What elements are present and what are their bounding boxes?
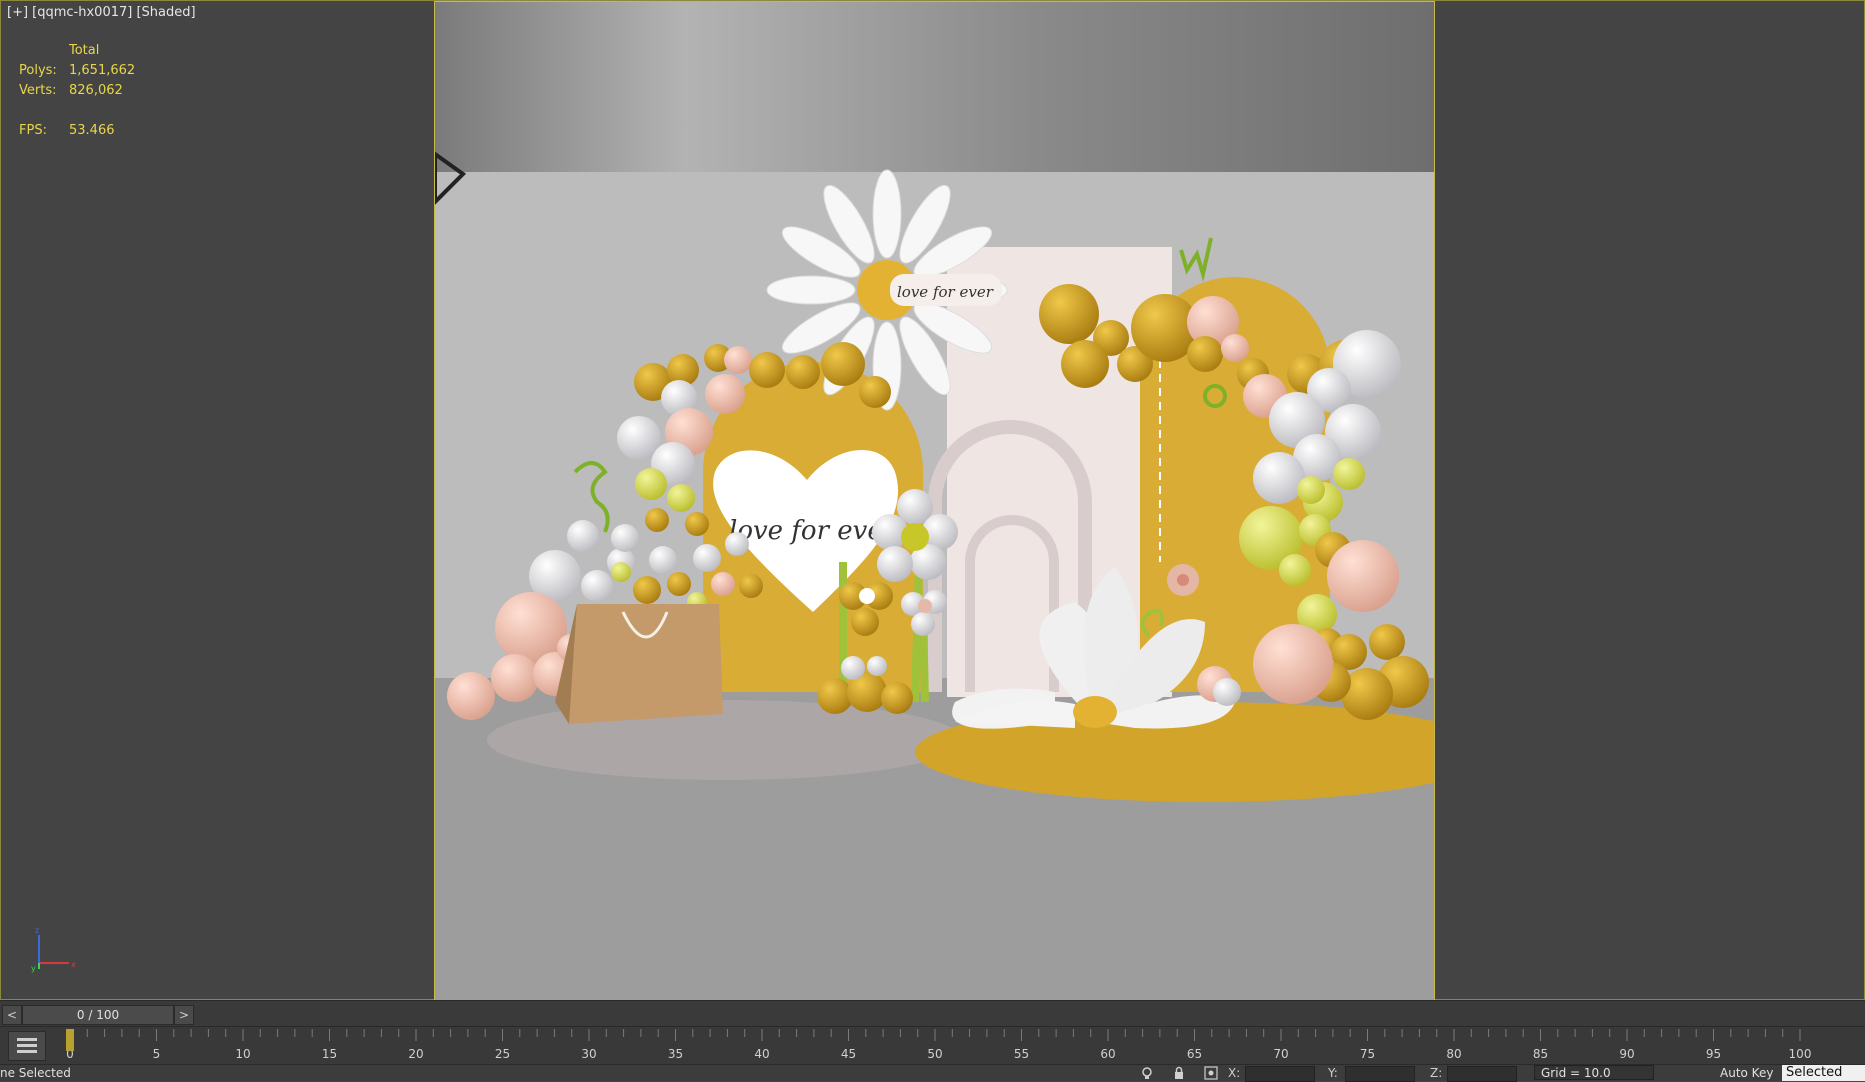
status-bar: ne Selected X: Y: Z: Grid = 10.0 Auto Ke… [0, 1064, 1865, 1082]
ruler-tick-label: 50 [927, 1047, 942, 1061]
set-key-mode-dropdown[interactable]: Selected [1782, 1065, 1865, 1081]
y-coord-label: Y: [1328, 1066, 1338, 1080]
selection-status: ne Selected [0, 1066, 71, 1080]
paper-bag [555, 604, 723, 724]
current-frame-marker[interactable] [66, 1029, 74, 1051]
svg-text:z: z [35, 926, 39, 935]
ruler-tick-label: 10 [235, 1047, 250, 1061]
next-frame-button[interactable]: > [174, 1005, 194, 1025]
ruler-tick-label: 60 [1100, 1047, 1115, 1061]
ruler-tick-label: 5 [153, 1047, 161, 1061]
ruler-tick-label: 55 [1014, 1047, 1029, 1061]
auto-key-button[interactable]: Auto Key [1720, 1066, 1773, 1080]
svg-text:x: x [71, 960, 76, 969]
x-coord-label: X: [1228, 1066, 1241, 1080]
ruler-tick-label: 85 [1533, 1047, 1548, 1061]
verts-value: 826,062 [69, 83, 123, 98]
ruler-tick-label: 45 [841, 1047, 856, 1061]
axis-gizmo-icon: z x y [31, 926, 76, 973]
ruler-tick-label: 20 [408, 1047, 423, 1061]
ruler-tick-label: 25 [495, 1047, 510, 1061]
scene-statistics: Total Polys: 1,651,662 Verts: 826,062 FPS:… [19, 43, 189, 143]
stats-header: Total [69, 43, 100, 58]
ruler-tick-label: 95 [1706, 1047, 1721, 1061]
ruler-tick-label: 75 [1360, 1047, 1375, 1061]
ruler-tick-label: 70 [1273, 1047, 1288, 1061]
ruler-tick-label: 35 [668, 1047, 683, 1061]
verts-label: Verts: [19, 83, 57, 98]
time-slider-bar: < 0 / 100 > [0, 1000, 1865, 1027]
lock-icon[interactable] [1172, 1066, 1186, 1080]
prev-frame-button[interactable]: < [2, 1005, 22, 1025]
scene-render[interactable]: love for ever love for ever [435, 2, 1435, 1001]
polys-label: Polys: [19, 63, 57, 78]
key-filter-icon[interactable] [8, 1031, 46, 1061]
heart-sign-text: love for ever [729, 516, 897, 546]
ruler-tick-label: 40 [754, 1047, 769, 1061]
track-ruler[interactable]: 0 5 10 15 20 25 30 35 40 45 50 55 60 65 70 75 80 85 90 95 10… [0, 1027, 1865, 1065]
viewport-label[interactable]: [+] [qqmc-hx0017] [Shaded] [7, 5, 196, 20]
viewport[interactable]: [+] [qqmc-hx0017] [Shaded] Total Polys: 1… [0, 0, 1865, 1001]
z-coord-label: Z: [1430, 1066, 1443, 1080]
ruler-tick-label: 90 [1619, 1047, 1634, 1061]
ruler-tick-label: 80 [1446, 1047, 1461, 1061]
svg-text:y: y [31, 964, 36, 973]
fps-value: 53.466 [69, 123, 115, 138]
daisy-sign-text: love for ever [897, 283, 994, 301]
ruler-tick-label: 65 [1187, 1047, 1202, 1061]
polys-value: 1,651,662 [69, 63, 136, 78]
ruler-tick-label: 15 [322, 1047, 337, 1061]
render-safe-frame[interactable]: love for ever love for ever [434, 1, 1435, 1001]
time-slider[interactable]: 0 / 100 [22, 1005, 174, 1025]
lightbulb-icon[interactable] [1140, 1066, 1154, 1080]
grid-size-display: Grid = 10.0 [1534, 1065, 1654, 1080]
ruler-tick-label: 30 [581, 1047, 596, 1061]
absolute-mode-icon[interactable] [1204, 1066, 1218, 1080]
fps-label: FPS: [19, 123, 47, 138]
track-bar[interactable]: 0 5 10 15 20 25 30 35 40 45 50 55 60 65 70 75 80 85 90 95 10… [0, 1026, 1865, 1065]
ruler-tick-label: 100 [1789, 1047, 1812, 1061]
